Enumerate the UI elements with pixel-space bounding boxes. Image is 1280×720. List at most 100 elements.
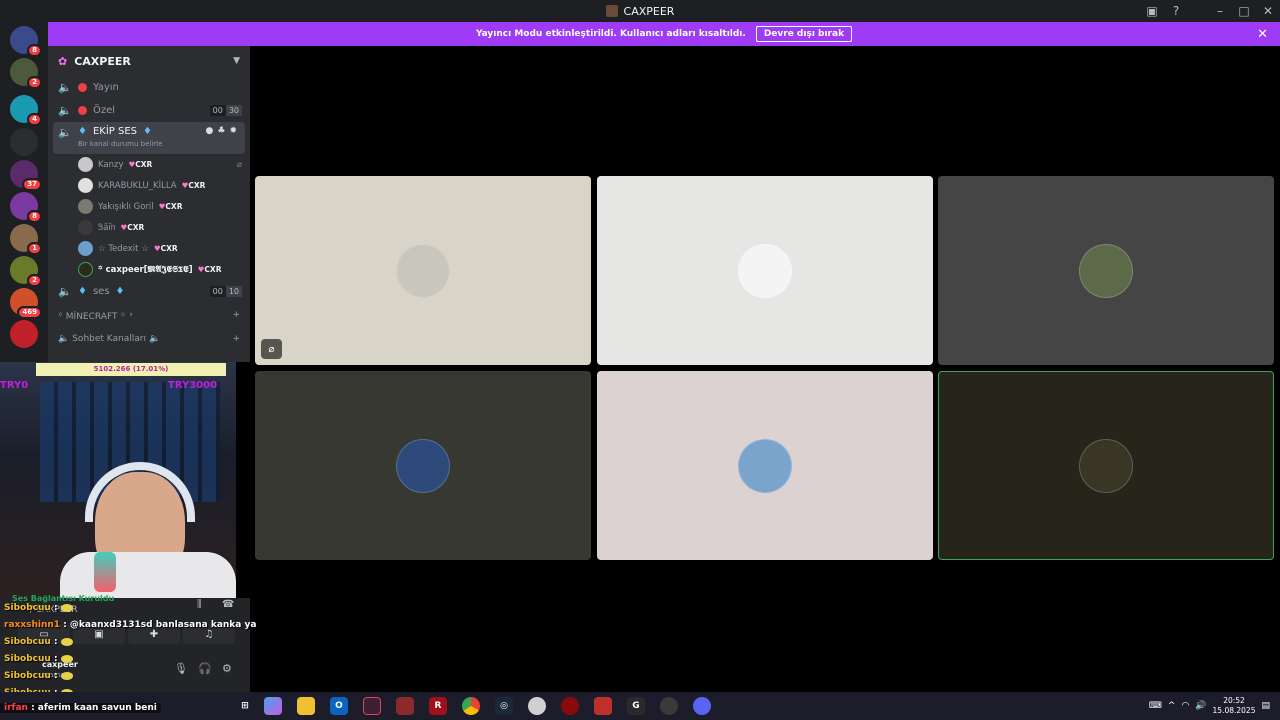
user-count: 00: [209, 286, 226, 297]
close-icon[interactable]: ✕: [1257, 27, 1268, 42]
voice-member[interactable]: ☆ Tedexit ☆ CXR: [48, 238, 250, 259]
maximize-button[interactable]: □: [1232, 4, 1256, 18]
voice-channel-ozel[interactable]: 🔈 Özel 00 30: [48, 99, 250, 122]
server-icon[interactable]: 4: [10, 95, 42, 126]
user-limit: 30: [225, 105, 242, 116]
member-name: ꙳ caxpeer[𝕸𝕬𝕵𝕰𝕾𝕿𝕰]: [98, 265, 193, 275]
participant-tile[interactable]: [938, 176, 1274, 365]
gear-icon[interactable]: ✹: [229, 126, 237, 136]
outlook-icon[interactable]: O: [330, 697, 348, 715]
chat-username: irfan: [4, 703, 28, 713]
chat-username: Sibobcuu: [4, 637, 51, 647]
red-dot-icon: [78, 106, 87, 115]
server-icon[interactable]: 2: [10, 256, 42, 287]
close-window-button[interactable]: ✕: [1256, 4, 1280, 18]
clock[interactable]: 20:52 15.08.2025: [1213, 696, 1256, 716]
category-minecraft[interactable]: ꙳ MİNECRAFT ꙳ › +: [48, 303, 250, 327]
mic-muted-icon: ⌀: [236, 159, 242, 170]
server-icon[interactable]: 8: [10, 192, 42, 223]
app-icon[interactable]: [561, 697, 579, 715]
voice-channel-yayin[interactable]: 🔈 Yayın: [48, 76, 250, 99]
channel-status[interactable]: Bir kanal durumu belirle: [78, 140, 162, 148]
participant-tile[interactable]: [597, 371, 933, 560]
voice-member[interactable]: Ꮥâïᥒ CXR: [48, 217, 250, 238]
copilot-icon[interactable]: [264, 697, 282, 715]
server-icon[interactable]: 37: [10, 160, 42, 191]
chat-text: :: [53, 637, 58, 647]
member-tag: CXR: [182, 181, 205, 190]
member-tag: CXR: [198, 265, 221, 274]
webcam-overlay: [0, 362, 236, 598]
server-icon[interactable]: [10, 128, 38, 156]
add-channel-icon[interactable]: +: [232, 334, 240, 344]
participant-tile-speaking[interactable]: [938, 371, 1274, 560]
mention-badge: 2: [27, 274, 42, 287]
red-dot-icon: [78, 83, 87, 92]
chat-text: : @kaanxd3131sd banlasana kanka ya: [63, 620, 257, 630]
mention-badge: 4: [27, 113, 42, 126]
avatar: [1079, 243, 1133, 298]
emote-icon: [60, 671, 73, 680]
chat-icon[interactable]: ●: [206, 126, 214, 136]
task-view-icon[interactable]: ⊞: [236, 697, 254, 715]
mention-badge: 469: [17, 306, 42, 319]
participant-tile[interactable]: [597, 176, 933, 365]
volume-icon[interactable]: 🔊: [1195, 701, 1206, 711]
chevron-up-icon[interactable]: ^: [1168, 701, 1176, 711]
chat-message: Sibobcuu :: [4, 651, 256, 668]
voice-member[interactable]: Kanzy CXR ⌀: [48, 154, 250, 175]
avatar: [78, 178, 93, 193]
mention-badge: 2: [27, 76, 42, 89]
app-icon[interactable]: [363, 697, 381, 715]
voicemeeter-icon[interactable]: [594, 697, 612, 715]
avatar: [78, 241, 93, 256]
server-header[interactable]: ✿ CAXPEER ▼: [48, 46, 250, 76]
member-name: Kanzy: [98, 159, 124, 170]
add-channel-icon[interactable]: +: [232, 310, 240, 320]
participant-tile[interactable]: [255, 371, 591, 560]
member-name: Yakışıklı Goril: [98, 201, 154, 212]
avatar: [78, 220, 93, 235]
app-icon[interactable]: [396, 697, 414, 715]
category-sohbet[interactable]: 🔈 Sohbet Kanalları 🔈 +: [48, 327, 250, 351]
server-icon[interactable]: 469: [10, 288, 42, 319]
member-name: KARABUKLU_KİLLA: [98, 180, 177, 191]
server-icon[interactable]: [10, 320, 38, 348]
diamond-icon: ♦: [78, 286, 87, 297]
help-icon[interactable]: ?: [1164, 4, 1188, 18]
steam-icon[interactable]: ◎: [495, 697, 513, 715]
inbox-icon[interactable]: ▣: [1140, 4, 1164, 18]
file-explorer-icon[interactable]: [297, 697, 315, 715]
chrome-icon[interactable]: [462, 697, 480, 715]
streamer-shirt: [60, 552, 236, 598]
speaker-icon: 🔈: [58, 81, 72, 94]
app-icon[interactable]: [528, 697, 546, 715]
keyboard-icon[interactable]: ⌨: [1149, 701, 1162, 711]
avatar: [396, 438, 450, 493]
voice-member[interactable]: KARABUKLU_KİLLA CXR: [48, 175, 250, 196]
channel-sidebar: ✿ CAXPEER ▼ 🔈 Yayın 🔈 Özel 00 30 🔈 ♦ EKİ…: [48, 46, 250, 362]
speaker-icon: 🔈: [58, 285, 72, 298]
disable-streamer-mode-button[interactable]: Devre dışı bırak: [755, 26, 853, 42]
minimize-button[interactable]: –: [1208, 4, 1232, 18]
discord-icon[interactable]: [693, 697, 711, 715]
server-icon[interactable]: 1: [10, 224, 42, 255]
participant-tile[interactable]: ⌀: [255, 176, 591, 365]
voice-channel-ekip-ses[interactable]: 🔈 ♦ EKİP SES ♦ Bir kanal durumu belirle …: [53, 122, 245, 154]
clock-time: 20:52: [1223, 696, 1245, 705]
voice-channel-ses[interactable]: 🔈 ♦ ses ♦ 00 10: [48, 280, 250, 303]
stream-chat-overlay: Sibobcuu : raxxshinn1 : @kaanxd3131sd ba…: [4, 600, 256, 702]
window-title-text: CAXPEER: [623, 4, 675, 18]
member-tag: CXR: [129, 160, 152, 169]
voice-member[interactable]: ꙳ caxpeer[𝕸𝕬𝕵𝕰𝕾𝕿𝕰] CXR: [48, 259, 250, 280]
diamond-icon: ♦: [78, 126, 87, 137]
logitech-icon[interactable]: G: [627, 697, 645, 715]
wifi-icon[interactable]: ◠: [1181, 701, 1189, 711]
server-icon[interactable]: 2: [10, 58, 42, 89]
app-icon[interactable]: [660, 697, 678, 715]
server-icon[interactable]: 8: [10, 26, 42, 57]
app-icon[interactable]: R: [429, 697, 447, 715]
invite-icon[interactable]: ♣: [217, 126, 225, 136]
voice-member[interactable]: Yakışıklı Goril CXR: [48, 196, 250, 217]
notification-icon[interactable]: ▤: [1261, 701, 1270, 711]
